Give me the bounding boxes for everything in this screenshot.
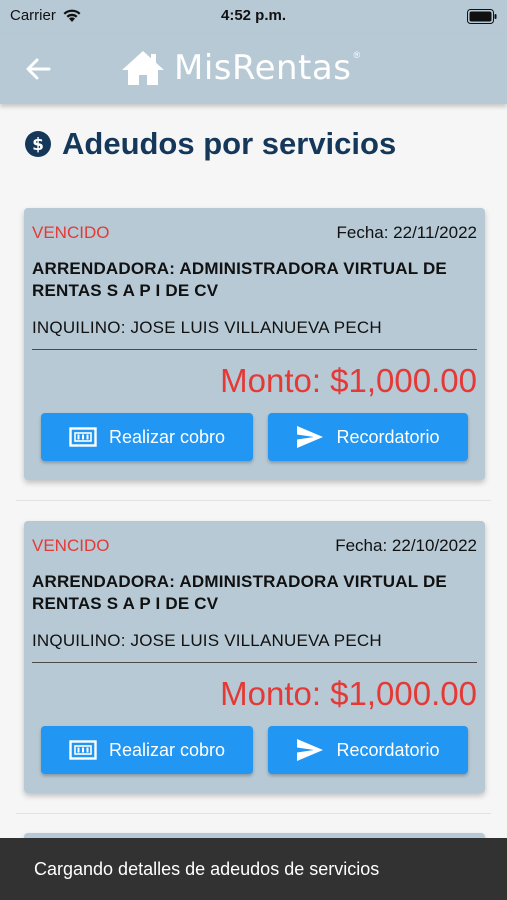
app-header: MisRentas ® — [0, 34, 507, 104]
status-badge: VENCIDO — [32, 223, 110, 242]
list-divider — [16, 500, 491, 501]
landlord-name: ARRENDADORA: ADMINISTRADORA VIRTUAL DE R… — [32, 259, 447, 300]
page-title: $ Adeudos por servicios — [24, 126, 396, 162]
reminder-button[interactable]: Recordatorio — [268, 413, 468, 461]
arrow-left-icon — [26, 58, 51, 80]
reminder-button-label: Recordatorio — [336, 739, 440, 760]
svg-text:$: $ — [32, 135, 44, 155]
brand-logo: MisRentas ® — [120, 44, 360, 92]
reminder-button-label: Recordatorio — [336, 426, 440, 447]
brand-name: MisRentas — [174, 48, 352, 88]
registered-mark: ® — [353, 50, 361, 60]
debt-amount: Monto: $1,000.00 — [220, 362, 477, 399]
tenant-name: INQUILINO: JOSE LUIS VILLANUEVA PECH — [32, 318, 382, 337]
money-icon — [69, 740, 97, 760]
debt-card: VENCIDO Fecha: 22/10/2022 ARRENDADORA: A… — [24, 521, 485, 793]
card-divider — [32, 662, 477, 663]
send-icon — [297, 426, 324, 448]
charge-button[interactable]: Realizar cobro — [41, 413, 253, 461]
landlord-name: ARRENDADORA: ADMINISTRADORA VIRTUAL DE R… — [32, 572, 447, 613]
clock: 4:52 p.m. — [220, 7, 287, 24]
tenant-name: INQUILINO: JOSE LUIS VILLANUEVA PECH — [32, 631, 382, 650]
debt-card: VENCIDO Fecha: 22/11/2022 ARRENDADORA: A… — [24, 208, 485, 480]
list-divider — [16, 813, 491, 814]
reminder-button[interactable]: Recordatorio — [268, 726, 468, 774]
charge-button-label: Realizar cobro — [108, 739, 226, 760]
back-button[interactable] — [20, 54, 56, 84]
toast-message: Cargando detalles de adeudos de servicio… — [34, 858, 380, 879]
house-icon — [122, 51, 164, 85]
money-icon — [69, 427, 97, 447]
battery-icon — [467, 9, 497, 24]
page-title-text: Adeudos por servicios — [62, 126, 397, 161]
charge-button[interactable]: Realizar cobro — [41, 726, 253, 774]
send-icon — [297, 739, 324, 761]
debt-amount: Monto: $1,000.00 — [220, 675, 477, 712]
debt-date: Fecha: 22/11/2022 — [336, 223, 477, 242]
status-bar: Carrier 4:52 p.m. — [0, 0, 507, 34]
dollar-circle-icon: $ — [25, 131, 51, 157]
status-badge: VENCIDO — [32, 536, 110, 555]
loading-toast: Cargando detalles de adeudos de servicio… — [0, 838, 507, 900]
card-divider — [32, 349, 477, 350]
charge-button-label: Realizar cobro — [108, 426, 226, 447]
debt-date: Fecha: 22/10/2022 — [335, 536, 477, 555]
